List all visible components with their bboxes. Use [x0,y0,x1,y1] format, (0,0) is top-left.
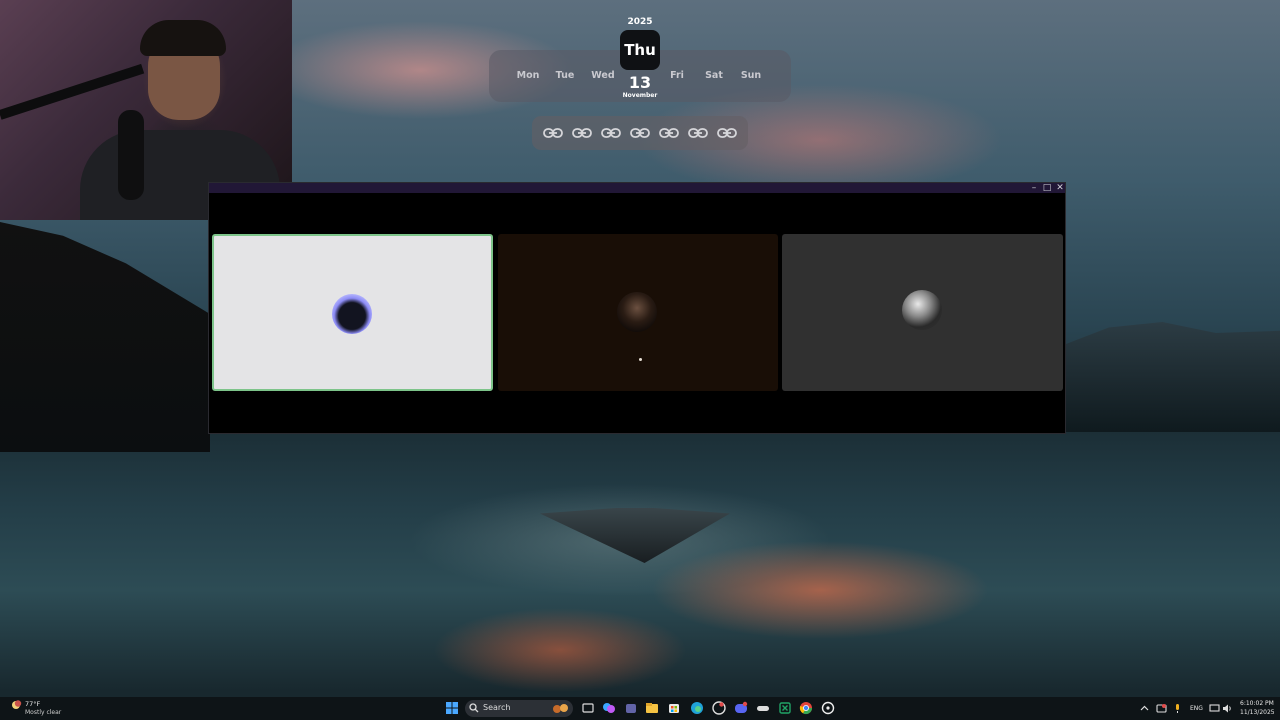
microphone [118,110,144,200]
link-icon[interactable] [688,124,708,142]
wallpaper-hill-right [1066,322,1280,432]
wallpaper-hill-left [0,222,210,452]
link-icon[interactable] [572,124,592,142]
chrome-icon[interactable] [799,701,813,715]
day-selected[interactable]: Thu [620,30,660,70]
clock-date[interactable]: 11/13/2025 [1240,709,1275,716]
calendar-date: 13 [628,73,652,92]
discord-icon[interactable] [734,701,748,715]
volume-icon[interactable] [1222,703,1233,714]
close-button[interactable]: ✕ [1053,183,1067,193]
minimize-button[interactable]: – [1027,183,1041,193]
link-icon[interactable] [717,124,737,142]
windows-start-icon[interactable] [445,701,459,715]
batman-avatar-icon [332,294,372,334]
store-icon[interactable] [667,701,681,715]
streamer-hair [140,20,226,56]
profile-card-selected[interactable] [212,234,493,391]
day-sat[interactable]: Sat [696,70,732,81]
maximize-button[interactable]: □ [1040,183,1054,193]
task-view-icon[interactable] [581,701,595,715]
orb-avatar-icon [902,290,942,330]
weather-moon-icon[interactable] [10,700,22,710]
link-icon[interactable] [543,124,563,142]
microphone-icon[interactable] [1173,703,1182,714]
profile-card[interactable] [498,234,778,391]
search-label: Search [483,703,511,712]
calendar-year: 2025 [627,17,653,27]
day-fri[interactable]: Fri [659,70,695,81]
search-icon [469,703,479,713]
person-avatar-icon [617,292,657,332]
language-indicator[interactable]: ENG [1190,705,1203,712]
weather-condition[interactable]: Mostly clear [25,709,61,716]
link-icon[interactable] [659,124,679,142]
weather-temp[interactable]: 77°F [25,700,40,708]
window-titlebar[interactable]: – □ ✕ [209,183,1065,193]
link-icon[interactable] [601,124,621,142]
edge-icon[interactable] [690,701,704,715]
teams-icon[interactable] [624,701,638,715]
obs-icon[interactable] [821,701,835,715]
clock-time[interactable]: 6:10:02 PM [1240,700,1274,707]
chevron-up-icon[interactable] [1140,704,1149,713]
wallpaper-mountain-reflection [540,508,730,563]
day-mon[interactable]: Mon [510,70,546,81]
calendar-month: November [622,92,658,99]
taskbar [0,697,1280,720]
profile-card[interactable] [782,234,1063,391]
copilot-icon[interactable] [602,701,616,715]
excel-icon[interactable] [778,701,792,715]
cursor-dot [639,358,642,361]
day-wed[interactable]: Wed [585,70,621,81]
monitor-icon[interactable] [1209,703,1220,714]
search-highlight-icon [553,704,568,713]
github-icon[interactable] [712,701,726,715]
day-sun[interactable]: Sun [733,70,769,81]
wallpaper-picker-window: – □ ✕ [208,182,1066,434]
file-explorer-icon[interactable] [645,701,659,715]
gamepad-icon[interactable] [756,701,770,715]
sync-icon[interactable] [1156,703,1167,714]
day-tue[interactable]: Tue [547,70,583,81]
link-icon[interactable] [630,124,650,142]
